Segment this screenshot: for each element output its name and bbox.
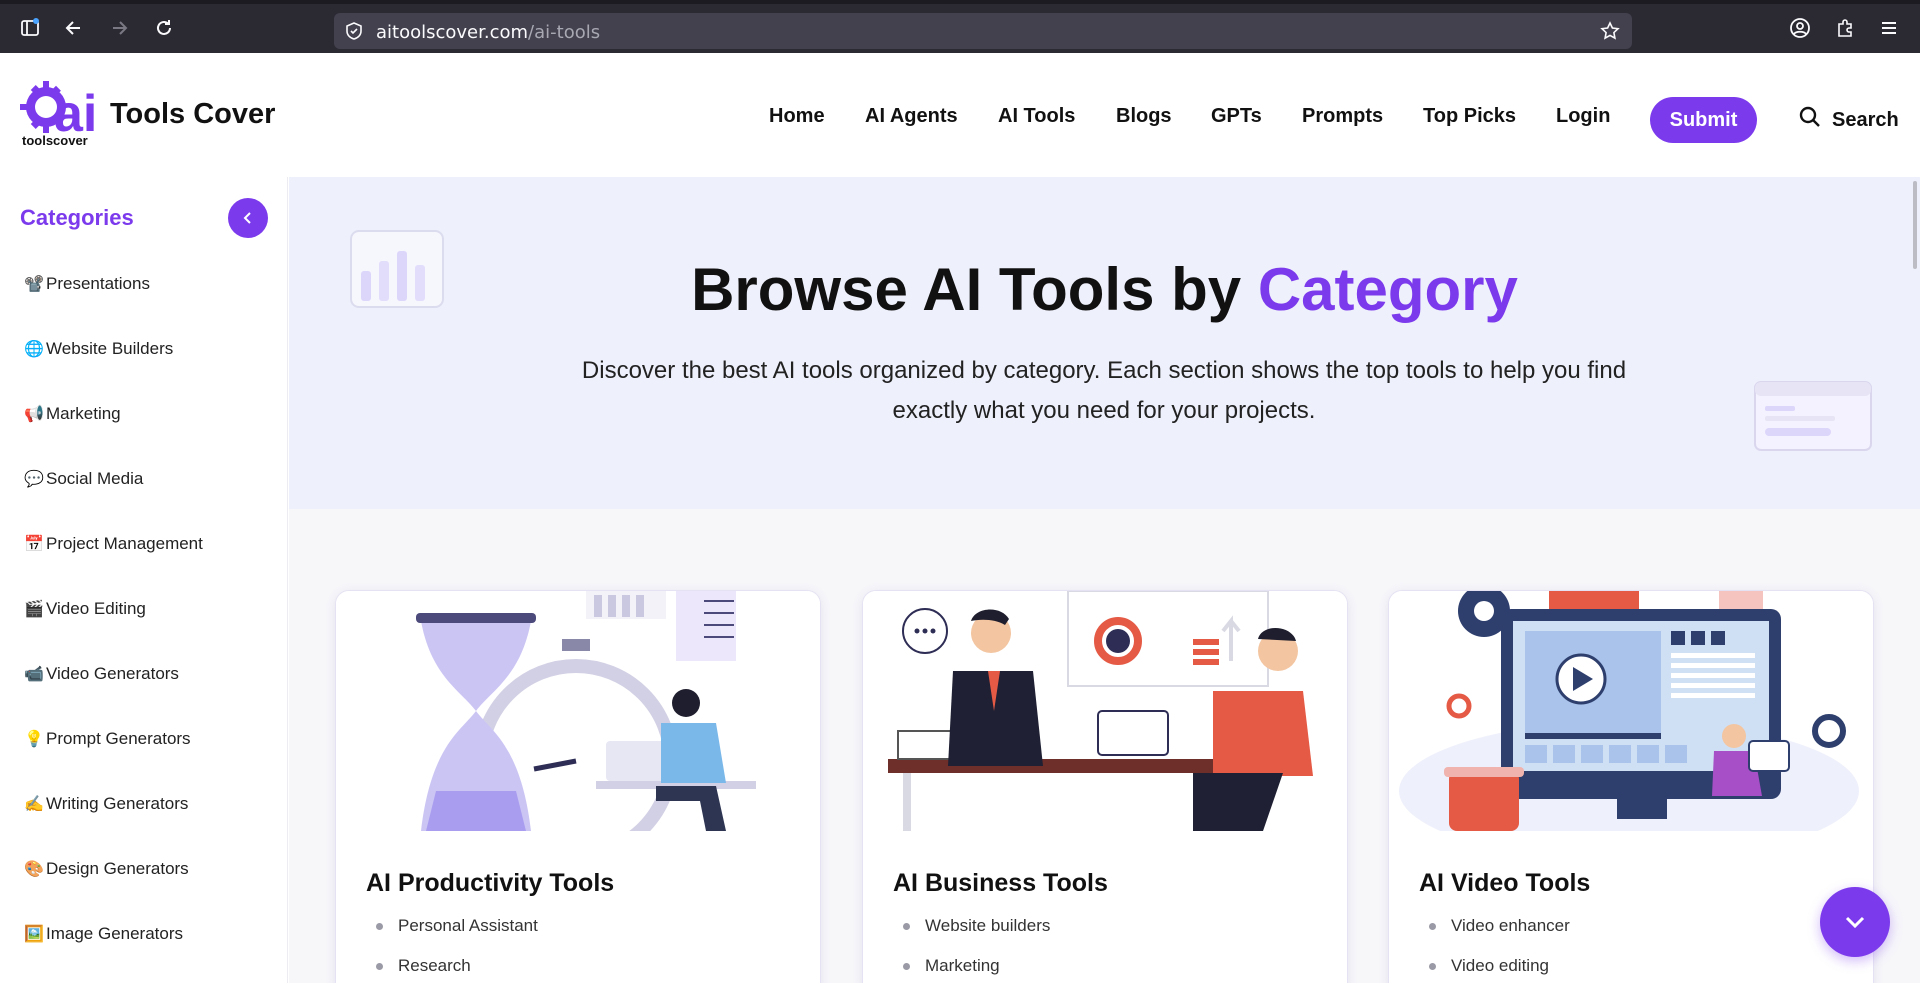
presentations-icon: 📽️: [24, 276, 44, 293]
chevron-left-icon: [243, 212, 251, 224]
card-title[interactable]: AI Video Tools: [1419, 869, 1590, 898]
sidebar-item-project-management[interactable]: 📅 Project Management: [24, 534, 203, 554]
sidebar-item-website-builders[interactable]: 🌐 Website Builders: [24, 339, 173, 359]
bookmark-star-icon[interactable]: [1598, 19, 1622, 43]
logo-letters: ai: [54, 85, 97, 137]
logo-subtext: toolscover: [22, 133, 88, 148]
nav-blogs[interactable]: Blogs: [1116, 105, 1172, 128]
sidebar-item-design-generators[interactable]: 🎨 Design Generators: [24, 859, 189, 879]
reload-icon[interactable]: [152, 16, 176, 40]
card-title[interactable]: AI Productivity Tools: [366, 869, 614, 898]
submit-button[interactable]: Submit: [1650, 97, 1757, 143]
sidebar-toggle-icon[interactable]: [18, 16, 42, 40]
scrollbar-thumb[interactable]: [1913, 181, 1917, 269]
card-title[interactable]: AI Business Tools: [893, 869, 1108, 898]
business-illustration: [863, 591, 1347, 831]
page-scrollbar[interactable]: [1910, 177, 1920, 983]
scroll-down-button[interactable]: [1820, 887, 1890, 957]
brand-name[interactable]: Tools Cover: [110, 98, 275, 131]
video-camera-icon: 📹: [24, 666, 44, 683]
sidebar-item-social-media[interactable]: 💬 Social Media: [24, 469, 143, 489]
nav-ai-agents[interactable]: AI Agents: [865, 105, 958, 128]
page-description: Discover the best AI tools organized by …: [581, 357, 1627, 424]
nav-top-picks[interactable]: Top Picks: [1423, 105, 1516, 128]
nav-home[interactable]: Home: [769, 105, 825, 128]
chevron-down-icon: [1845, 916, 1865, 929]
category-card-business[interactable]: AI Business Tools Website builders Marke…: [862, 590, 1348, 983]
sidebar-item-image-generators[interactable]: 🖼️ Image Generators: [24, 924, 183, 944]
nav-ai-tools[interactable]: AI Tools: [998, 105, 1075, 128]
categories-title: Categories: [20, 205, 134, 230]
sidebar-item-presentations[interactable]: 📽️ Presentations: [24, 274, 150, 294]
framed-picture-icon: 🖼️: [24, 926, 44, 943]
productivity-illustration: [336, 591, 820, 831]
list-item[interactable]: Video editing: [1419, 956, 1570, 983]
shield-icon[interactable]: [342, 19, 366, 43]
address-bar[interactable]: aitoolscover.com/ai-tools: [334, 13, 1632, 49]
browser-toolbar: aitoolscover.com/ai-tools: [0, 0, 1920, 53]
megaphone-icon: 📢: [24, 406, 44, 423]
lightbulb-icon: 💡: [24, 731, 44, 748]
nav-prompts[interactable]: Prompts: [1302, 105, 1383, 128]
card-tool-list: Website builders Marketing: [893, 916, 1050, 983]
category-card-productivity[interactable]: AI Productivity Tools Personal Assistant…: [335, 590, 821, 983]
search-icon: [1798, 105, 1822, 135]
sidebar-item-writing-generators[interactable]: ✍️ Writing Generators: [24, 794, 188, 814]
category-card-video[interactable]: AI Video Tools Video enhancer Video edit…: [1388, 590, 1874, 983]
list-item[interactable]: Marketing: [893, 956, 1050, 983]
extensions-icon[interactable]: [1833, 16, 1857, 40]
window-decoration-icon: [1754, 381, 1872, 451]
categories-sidebar: Categories 📽️ Presentations 🌐 Website Buil…: [0, 177, 288, 983]
list-item[interactable]: Research: [366, 956, 538, 983]
hero-section: Browse AI Tools by Category Discover the…: [289, 177, 1920, 509]
card-tool-list: Video enhancer Video editing: [1419, 916, 1570, 983]
sidebar-item-video-editing[interactable]: 🎬 Video Editing: [24, 599, 146, 619]
collapse-sidebar-button[interactable]: [228, 198, 268, 238]
speech-bubble-icon: 💬: [24, 471, 44, 488]
forward-arrow-icon[interactable]: [107, 16, 131, 40]
nav-gpts[interactable]: GPTs: [1211, 105, 1262, 128]
search-button[interactable]: Search: [1798, 105, 1899, 135]
palette-icon: 🎨: [24, 861, 44, 878]
nav-login[interactable]: Login: [1556, 105, 1610, 128]
list-item[interactable]: Personal Assistant: [366, 916, 538, 956]
main-content: Browse AI Tools by Category Discover the…: [289, 177, 1920, 983]
globe-icon: 🌐: [24, 341, 44, 358]
search-label: Search: [1832, 108, 1899, 131]
writing-hand-icon: ✍️: [24, 796, 44, 813]
calendar-icon: 📅: [24, 536, 44, 553]
sidebar-item-marketing[interactable]: 📢 Marketing: [24, 404, 121, 424]
sidebar-item-prompt-generators[interactable]: 💡 Prompt Generators: [24, 729, 191, 749]
list-item[interactable]: Website builders: [893, 916, 1050, 956]
page-title: Browse AI Tools by Category: [691, 256, 1518, 323]
video-illustration: [1389, 591, 1873, 831]
sidebar-item-video-generators[interactable]: 📹 Video Generators: [24, 664, 179, 684]
list-item[interactable]: Video enhancer: [1419, 916, 1570, 956]
url-text: aitoolscover.com/ai-tools: [376, 22, 601, 43]
menu-icon[interactable]: [1877, 16, 1901, 40]
site-header: ai toolscover Tools Cover Home AI Agents…: [0, 53, 1920, 177]
card-tool-list: Personal Assistant Research: [366, 916, 538, 983]
clapper-icon: 🎬: [24, 601, 44, 618]
back-arrow-icon[interactable]: [62, 16, 86, 40]
account-icon[interactable]: [1788, 16, 1812, 40]
